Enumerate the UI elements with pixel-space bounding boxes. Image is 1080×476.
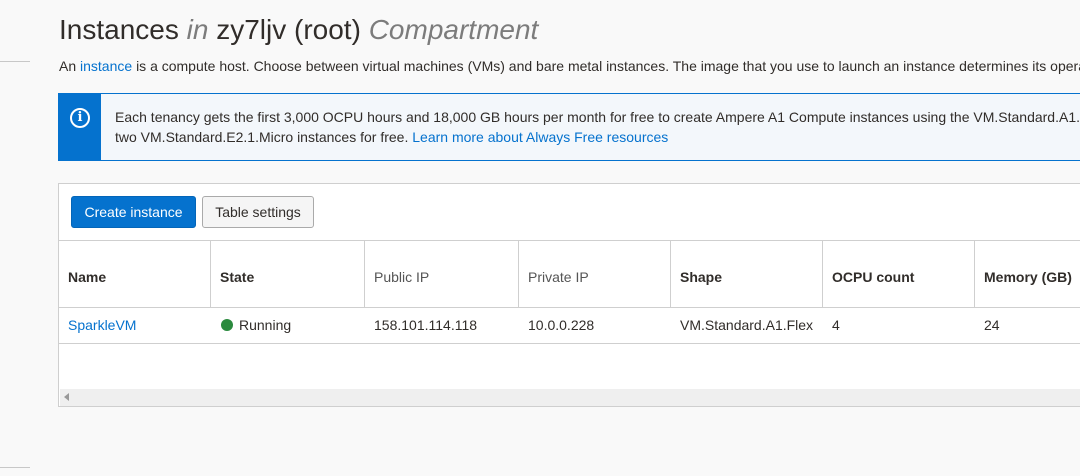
column-header-state[interactable]: State [211, 241, 365, 307]
column-header-public-ip: Public IP [365, 241, 519, 307]
column-header-ocpu[interactable]: OCPU count [823, 241, 975, 307]
info-banner-strip: i [59, 94, 101, 160]
cell-state: Running [211, 308, 291, 343]
column-header-name[interactable]: Name [59, 241, 211, 307]
cell-public-ip: 158.101.114.118 [374, 317, 478, 333]
title-in: in [186, 14, 209, 45]
page-description: An instance is a compute host. Choose be… [59, 58, 1080, 74]
title-compartment-name: zy7ljv (root) [216, 14, 361, 45]
page: Instances in zy7ljv (root) Compartment A… [0, 0, 1080, 476]
page-title: Instances in zy7ljv (root) Compartment [59, 14, 538, 46]
instance-name-link[interactable]: SparkleVM [68, 317, 136, 333]
state-label: Running [239, 317, 292, 333]
cell-ocpu: 4 [832, 317, 840, 333]
table-settings-button[interactable]: Table settings [202, 196, 314, 228]
table-row: SparkleVM Running 158.101.114.118 10.0.0… [59, 308, 1080, 344]
always-free-link[interactable]: Learn more about Always Free resources [412, 129, 668, 145]
cell-memory: 24 [984, 317, 1000, 333]
instances-panel: Create instance Table settings Name Stat… [58, 183, 1080, 407]
sidebar-divider [0, 61, 30, 62]
cell-private-ip: 10.0.0.228 [528, 317, 595, 333]
free-tier-info-banner: i Each tenancy gets the first 3,000 OCPU… [58, 93, 1080, 161]
title-main: Instances [59, 14, 179, 45]
cell-shape: VM.Standard.A1.Flex [680, 317, 814, 333]
info-line-2: two VM.Standard.E2.1.Micro instances for… [115, 129, 668, 145]
desc-prefix: An [59, 58, 77, 74]
info-circle-icon: i [70, 108, 90, 128]
column-header-memory[interactable]: Memory (GB) [975, 241, 1080, 307]
info-line-2-text: two VM.Standard.E2.1.Micro instances for… [115, 129, 409, 145]
create-instance-button[interactable]: Create instance [71, 196, 196, 228]
cell-name: SparkleVM [59, 308, 136, 343]
running-status-dot-icon [221, 319, 233, 331]
info-line-1: Each tenancy gets the first 3,000 OCPU h… [115, 109, 1080, 125]
table-header: Name State Public IP Private IP Shape OC… [59, 240, 1080, 308]
title-compartment: Compartment [368, 14, 539, 45]
scroll-left-arrow-icon[interactable] [64, 393, 69, 401]
horizontal-scrollbar[interactable] [60, 389, 1080, 406]
column-header-private-ip: Private IP [519, 241, 671, 307]
column-header-shape[interactable]: Shape [671, 241, 823, 307]
sidebar-divider [0, 467, 30, 468]
desc-rest: is a compute host. Choose between virtua… [136, 58, 1080, 74]
instance-help-link[interactable]: instance [80, 58, 132, 74]
